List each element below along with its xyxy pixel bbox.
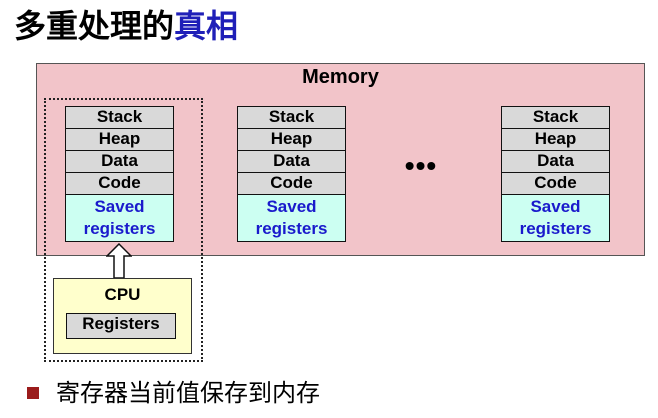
saved-registers-line1: Saved bbox=[530, 197, 581, 216]
saved-registers: Saved registers bbox=[502, 195, 609, 241]
stack-segment: Stack bbox=[238, 107, 345, 129]
saved-registers: Saved registers bbox=[238, 195, 345, 241]
code-segment: Code bbox=[66, 173, 173, 195]
heap-segment: Heap bbox=[238, 129, 345, 151]
page-title: 多重处理的真相 bbox=[14, 4, 238, 48]
title-highlight: 真相 bbox=[174, 7, 239, 45]
saved-registers-line1: Saved bbox=[266, 197, 317, 216]
bullet-square-icon bbox=[27, 387, 39, 399]
data-segment: Data bbox=[66, 151, 173, 173]
saved-registers-line1: Saved bbox=[94, 197, 145, 216]
cpu-label: CPU bbox=[104, 285, 141, 304]
memory-label: Memory bbox=[302, 66, 379, 88]
cpu-box: CPU Registers bbox=[53, 278, 192, 354]
saved-registers-line2: registers bbox=[83, 219, 156, 238]
process-address-space-n: Stack Heap Data Code Saved registers bbox=[501, 106, 610, 242]
ellipsis: ••• bbox=[404, 150, 438, 181]
saved-registers-line2: registers bbox=[519, 219, 592, 238]
data-segment: Data bbox=[502, 151, 609, 173]
stack-segment: Stack bbox=[66, 107, 173, 129]
stack-segment: Stack bbox=[502, 107, 609, 129]
heap-segment: Heap bbox=[66, 129, 173, 151]
saved-registers: Saved registers bbox=[66, 195, 173, 241]
code-segment: Code bbox=[502, 173, 609, 195]
saved-registers-line2: registers bbox=[255, 219, 328, 238]
cpu-registers: Registers bbox=[66, 313, 176, 339]
code-segment: Code bbox=[238, 173, 345, 195]
data-segment: Data bbox=[238, 151, 345, 173]
title-main: 多重处理的 bbox=[14, 7, 175, 45]
process-address-space-2: Stack Heap Data Code Saved registers bbox=[237, 106, 346, 242]
up-arrow-icon bbox=[106, 243, 132, 279]
bullet-text: 寄存器当前值保存到内存 bbox=[56, 379, 320, 407]
process-address-space-1: Stack Heap Data Code Saved registers bbox=[65, 106, 174, 242]
heap-segment: Heap bbox=[502, 129, 609, 151]
